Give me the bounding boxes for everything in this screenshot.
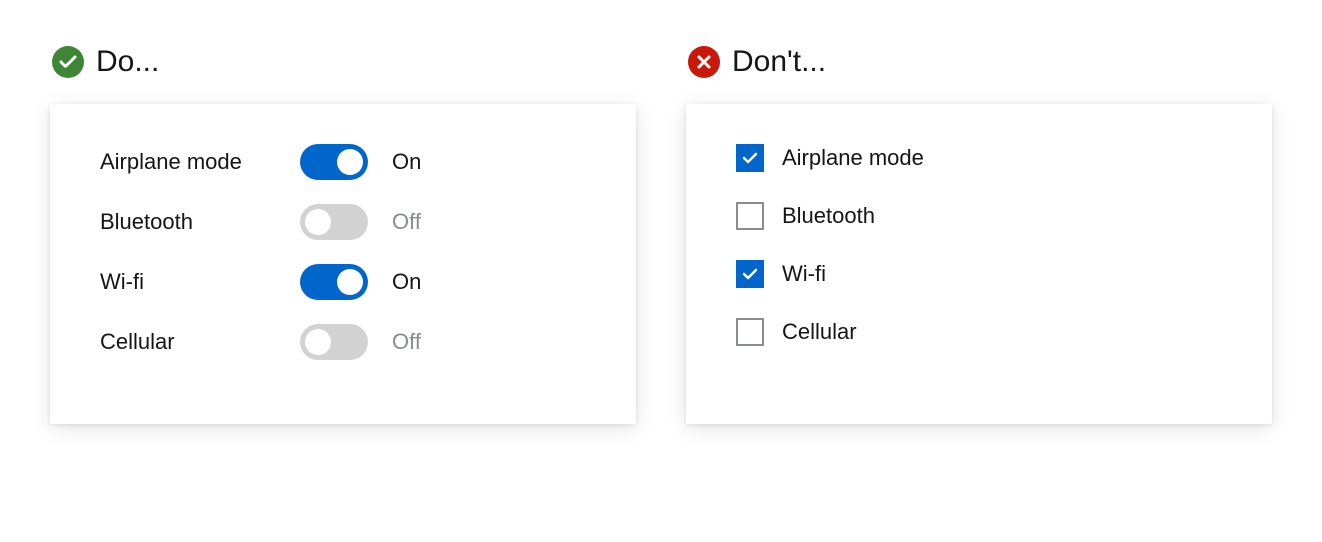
checkbox-cellular[interactable] xyxy=(736,318,764,346)
toggle-switch-wifi[interactable] xyxy=(300,264,368,300)
toggle-row-airplane: Airplane mode On xyxy=(100,144,586,180)
toggle-state-label: On xyxy=(392,149,421,175)
toggle-label: Wi-fi xyxy=(100,269,300,295)
checkbox-label: Wi-fi xyxy=(782,261,826,287)
do-header: Do... xyxy=(50,45,636,79)
toggle-state-label: On xyxy=(392,269,421,295)
toggle-state-label: Off xyxy=(392,329,421,355)
checkbox-label: Airplane mode xyxy=(782,145,924,171)
checkbox-bluetooth[interactable] xyxy=(736,202,764,230)
toggle-switch-cellular[interactable] xyxy=(300,324,368,360)
check-circle-icon xyxy=(52,46,84,78)
times-circle-icon xyxy=(688,46,720,78)
toggle-row-cellular: Cellular Off xyxy=(100,324,586,360)
dont-card: Airplane mode Bluetooth Wi-fi Cellular xyxy=(686,104,1272,424)
do-title: Do... xyxy=(96,45,159,79)
toggle-thumb xyxy=(337,149,363,175)
dont-header: Don't... xyxy=(686,45,1272,79)
dont-column: Don't... Airplane mode Bluetooth xyxy=(686,45,1272,424)
toggle-thumb xyxy=(305,329,331,355)
checkbox-row-wifi[interactable]: Wi-fi xyxy=(736,260,1222,288)
checkbox-row-bluetooth[interactable]: Bluetooth xyxy=(736,202,1222,230)
toggle-switch-bluetooth[interactable] xyxy=(300,204,368,240)
toggle-state-label: Off xyxy=(392,209,421,235)
do-card: Airplane mode On Bluetooth Off Wi-fi On xyxy=(50,104,636,424)
dont-title: Don't... xyxy=(732,45,826,79)
checkbox-row-airplane[interactable]: Airplane mode xyxy=(736,144,1222,172)
checkbox-wifi[interactable] xyxy=(736,260,764,288)
toggle-label: Cellular xyxy=(100,329,300,355)
checkbox-airplane[interactable] xyxy=(736,144,764,172)
toggle-switch-airplane[interactable] xyxy=(300,144,368,180)
toggle-label: Bluetooth xyxy=(100,209,300,235)
toggle-label: Airplane mode xyxy=(100,149,300,175)
toggle-thumb xyxy=(337,269,363,295)
toggle-row-bluetooth: Bluetooth Off xyxy=(100,204,586,240)
checkbox-label: Cellular xyxy=(782,319,857,345)
toggle-thumb xyxy=(305,209,331,235)
toggle-row-wifi: Wi-fi On xyxy=(100,264,586,300)
checkbox-label: Bluetooth xyxy=(782,203,875,229)
checkbox-row-cellular[interactable]: Cellular xyxy=(736,318,1222,346)
do-column: Do... Airplane mode On Bluetooth Off Wi-… xyxy=(50,45,636,424)
